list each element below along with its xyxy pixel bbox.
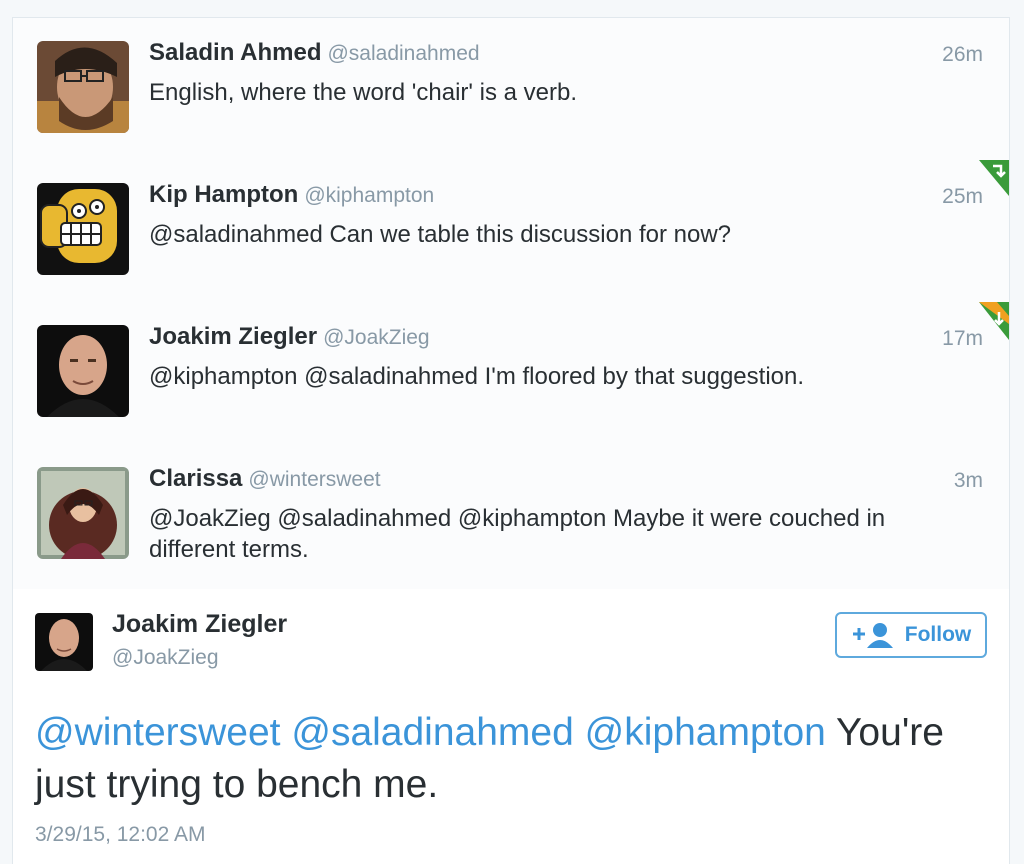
follow-label: Follow <box>904 623 972 646</box>
avatar[interactable] <box>37 325 129 417</box>
tweet-item[interactable]: Joakim Ziegler @JoakZieg 17m @kiphampton … <box>13 302 1009 445</box>
mention-link[interactable]: @kiphampton <box>585 711 826 754</box>
avatar[interactable] <box>37 467 129 559</box>
mention-link[interactable]: @saladinahmed <box>291 711 573 754</box>
avatar[interactable] <box>37 183 129 275</box>
tweet-time[interactable]: 17m <box>942 327 983 351</box>
add-user-icon <box>852 623 893 648</box>
avatar[interactable] <box>37 41 129 133</box>
tweet-time[interactable]: 3m <box>954 469 983 493</box>
focused-tweet: Joakim Ziegler @JoakZieg Follow @winters… <box>13 589 1009 864</box>
tweet-item[interactable]: Kip Hampton @kiphampton 25m @saladinahmed… <box>13 160 1009 303</box>
timeline: Saladin Ahmed @saladinahmed 26m English, … <box>12 17 1010 864</box>
tweet-time[interactable]: 25m <box>942 185 983 209</box>
author-name[interactable]: Clarissa @wintersweet <box>149 465 381 493</box>
author-handle[interactable]: @kiphampton <box>304 184 434 207</box>
author-name[interactable]: Kip Hampton @kiphampton <box>149 181 434 209</box>
mention-link[interactable]: @wintersweet <box>35 711 281 754</box>
tweet-text: English, where the word 'chair' is a ver… <box>149 79 578 106</box>
avatar[interactable] <box>35 613 93 671</box>
follow-button[interactable]: Follow <box>835 612 987 658</box>
author-handle[interactable]: @JoakZieg <box>112 646 219 670</box>
author-handle[interactable]: @wintersweet <box>248 468 380 491</box>
author-handle[interactable]: @JoakZieg <box>323 326 430 349</box>
author-handle[interactable]: @saladinahmed <box>327 42 479 65</box>
tweet-text: @JoakZieg @saladinahmed @kiphampton Mayb… <box>149 505 886 563</box>
tweet-item[interactable]: Clarissa @wintersweet 3m @JoakZieg @salad… <box>13 444 1009 590</box>
author-name[interactable]: Joakim Ziegler <box>112 610 287 639</box>
tweet-text: @saladinahmed Can we table this discussi… <box>149 221 732 248</box>
tweet-timestamp: 3/29/15, 12:02 AM <box>35 823 206 846</box>
author-name[interactable]: Joakim Ziegler @JoakZieg <box>149 323 430 351</box>
author-name[interactable]: Saladin Ahmed @saladinahmed <box>149 39 480 67</box>
focused-tweet-text: @wintersweet @saladinahmed @kiphampton Y… <box>35 707 969 811</box>
tweet-text: @kiphampton @saladinahmed I'm floored by… <box>149 363 805 390</box>
tweet-time[interactable]: 26m <box>942 43 983 67</box>
tweet-item[interactable]: Saladin Ahmed @saladinahmed 26m English, … <box>13 18 1009 161</box>
